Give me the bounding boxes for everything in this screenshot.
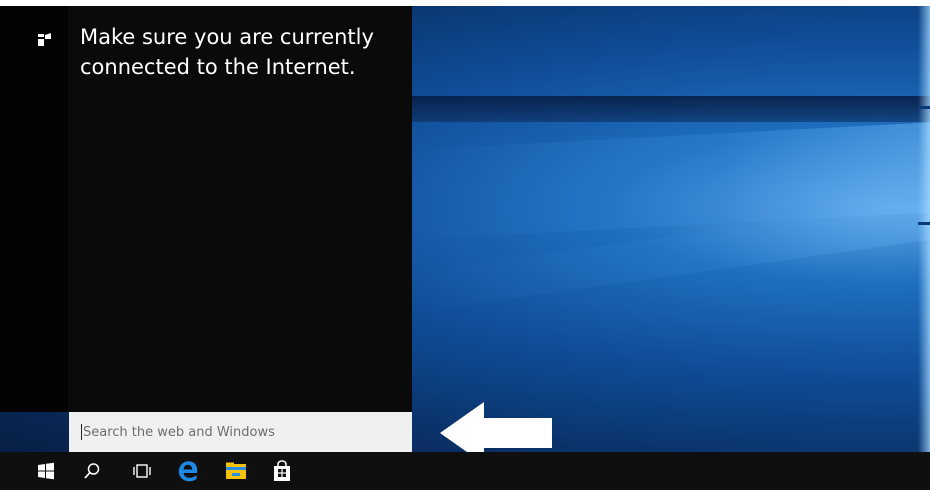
cortana-side-rail [0, 6, 68, 412]
wallpaper-dark-band [412, 96, 930, 122]
text-caret [81, 424, 82, 440]
edge-browser-button[interactable] [164, 452, 212, 490]
cortana-panel: Make sure you are currently connected to… [0, 6, 412, 412]
taskbar [0, 452, 930, 490]
windows-start-icon [38, 462, 54, 480]
store-button[interactable] [258, 452, 306, 490]
start-button[interactable] [22, 452, 70, 490]
screenshot: Make sure you are currently connected to… [0, 0, 930, 490]
file-explorer-button[interactable] [212, 452, 260, 490]
task-view-button[interactable] [118, 452, 166, 490]
store-icon [274, 460, 290, 481]
search-input[interactable]: Search the web and Windows [69, 412, 412, 452]
task-view-icon [133, 464, 151, 478]
search-icon [84, 463, 100, 479]
search-placeholder: Search the web and Windows [83, 424, 275, 440]
taskbar-search-button[interactable] [68, 452, 116, 490]
file-explorer-icon [226, 462, 246, 479]
cortana-notebook-icon[interactable] [36, 32, 52, 48]
wallpaper-window-pane [918, 6, 930, 452]
cortana-message: Make sure you are currently connected to… [80, 25, 374, 79]
wallpaper-pane-divider [918, 106, 930, 109]
wallpaper-pane-divider [918, 222, 930, 225]
edge-browser-icon [178, 461, 198, 482]
